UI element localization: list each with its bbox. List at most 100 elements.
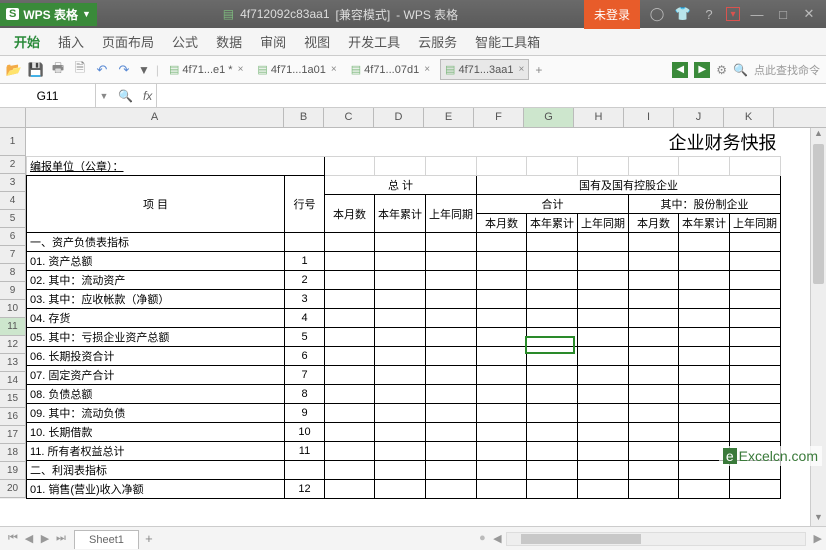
row-13[interactable]: 13 [0,354,26,372]
row-18[interactable]: 18 [0,444,26,462]
col-G[interactable]: G [524,108,574,127]
sheet-nav-prev[interactable]: ◀ [22,532,36,545]
redo-icon[interactable]: ↷ [116,62,132,78]
new-tab-button[interactable]: + [535,63,542,77]
row-15[interactable]: 15 [0,390,26,408]
row-10[interactable]: 10 [0,300,26,318]
alert-icon[interactable]: ▾ [726,7,740,21]
doc-tab-3[interactable]: ▤4f71...3aa1× [440,59,529,80]
row-4[interactable]: 4 [0,192,26,210]
doc-tab-0[interactable]: ▤4f71...e1 *× [165,60,247,79]
col-E[interactable]: E [424,108,474,127]
data-cell[interactable]: 一、资产负债表指标 [27,233,285,252]
fx-search-icon[interactable]: 🔍 [118,89,133,103]
formula-input[interactable] [156,84,826,107]
close-icon[interactable]: × [331,64,337,75]
open-icon[interactable]: 📂 [6,62,22,78]
col-F[interactable]: F [474,108,524,127]
skin-icon[interactable]: 👕 [674,6,692,22]
col-C[interactable]: C [324,108,374,127]
doc-tab-1[interactable]: ▤4f71...1a01× [253,60,340,79]
sheet-nav-next[interactable]: ▶ [38,532,52,545]
sheet-nav-first[interactable]: ⏮ [6,532,20,545]
settings-icon[interactable]: ⚙ [716,63,727,77]
close-icon[interactable]: × [424,64,430,75]
doc-tab-2[interactable]: ▤4f71...07d1× [347,60,434,79]
row-12[interactable]: 12 [0,336,26,354]
row-3[interactable]: 3 [0,174,26,192]
ribbon-tab-review[interactable]: 审阅 [260,32,286,51]
hscroll-left[interactable]: ◀ [489,532,505,545]
name-box-caret[interactable]: ▼ [96,91,112,101]
close-icon[interactable]: × [238,64,244,75]
row-1[interactable]: 1 [0,128,26,156]
row-19[interactable]: 19 [0,462,26,480]
ribbon-tab-start[interactable]: 开始 [14,32,40,51]
fx-icon[interactable]: fx [139,89,156,103]
row-2[interactable]: 2 [0,156,26,174]
close-icon[interactable]: × [519,64,525,75]
row-17[interactable]: 17 [0,426,26,444]
ribbon-tab-cloud[interactable]: 云服务 [418,32,457,51]
col-ytd: 本年累计 [375,195,426,233]
scroll-down-arrow[interactable]: ▼ [811,512,826,526]
minimize-button[interactable]: — [748,7,766,22]
col-D[interactable]: D [374,108,424,127]
close-button[interactable]: ✕ [800,6,818,22]
hscroll-thumb[interactable] [521,534,641,544]
horizontal-scrollbar[interactable] [506,532,806,546]
header-item: 项 目 [27,176,285,233]
row-20[interactable]: 20 [0,480,26,498]
tab-nav-left[interactable]: ◀ [672,62,688,78]
ribbon-tab-dev[interactable]: 开发工具 [348,32,400,51]
report-title: 企业财务快报 [669,133,777,153]
col-I[interactable]: I [624,108,674,127]
app-menu-caret[interactable]: ▼ [82,9,91,19]
col-B[interactable]: B [284,108,324,127]
sheet-nav-last[interactable]: ⏭ [54,532,68,545]
maximize-button[interactable]: □ [774,7,792,22]
save-icon[interactable]: 💾 [28,62,44,78]
scroll-thumb[interactable] [813,144,824,284]
undo-icon[interactable]: ↶ [94,62,110,78]
col-H[interactable]: H [574,108,624,127]
command-search[interactable]: 点此查找命令 [754,62,820,78]
sync-icon[interactable]: ◯ [648,6,666,22]
ribbon-tab-formula[interactable]: 公式 [172,32,198,51]
col-J[interactable]: J [674,108,724,127]
ribbon-tab-smart[interactable]: 智能工具箱 [475,32,540,51]
scroll-up-arrow[interactable]: ▲ [811,128,826,142]
ribbon-tab-insert[interactable]: 插入 [58,32,84,51]
qat-more[interactable]: ▼ [138,63,150,77]
search-icon[interactable]: 🔍 [733,63,748,77]
col-A[interactable]: A [26,108,284,127]
tab-nav-right[interactable]: ▶ [694,62,710,78]
help-icon[interactable]: ? [700,7,718,22]
row-11[interactable]: 11 [0,318,26,336]
header-soe: 国有及国有控股企业 [477,176,781,195]
print-icon[interactable]: 🖶 [50,62,66,78]
row-6[interactable]: 6 [0,228,26,246]
vertical-scrollbar[interactable]: ▲ ▼ [810,128,826,526]
title-bar: S WPS 表格 ▼ ▤ 4f712092c83aa1 [兼容模式] - WPS… [0,0,826,28]
select-all-corner[interactable] [0,108,26,127]
add-sheet-button[interactable]: + [139,531,159,546]
row-8[interactable]: 8 [0,264,26,282]
quick-access-toolbar: 📂 💾 🖶 🗎 ↶ ↷ ▼ | ▤4f71...e1 *× ▤4f71...1a… [0,56,826,84]
hscroll-right[interactable]: ▶ [810,532,826,545]
preview-icon[interactable]: 🗎 [72,62,88,78]
row-5[interactable]: 5 [0,210,26,228]
ribbon-tab-view[interactable]: 视图 [304,32,330,51]
ribbon-tab-layout[interactable]: 页面布局 [102,32,154,51]
sheet-cells[interactable]: 企业财务快报 编报单位（公章）： 项 目 行号 总 计 国有及国有控股企业 [26,128,781,499]
row-9[interactable]: 9 [0,282,26,300]
row-16[interactable]: 16 [0,408,26,426]
col-K[interactable]: K [724,108,774,127]
ribbon-tabs: 开始 插入 页面布局 公式 数据 审阅 视图 开发工具 云服务 智能工具箱 [0,28,826,56]
sheet-tab[interactable]: Sheet1 [74,530,139,549]
name-box[interactable]: G11 [0,84,96,107]
login-button[interactable]: 未登录 [584,0,640,29]
ribbon-tab-data[interactable]: 数据 [216,32,242,51]
row-7[interactable]: 7 [0,246,26,264]
row-14[interactable]: 14 [0,372,26,390]
